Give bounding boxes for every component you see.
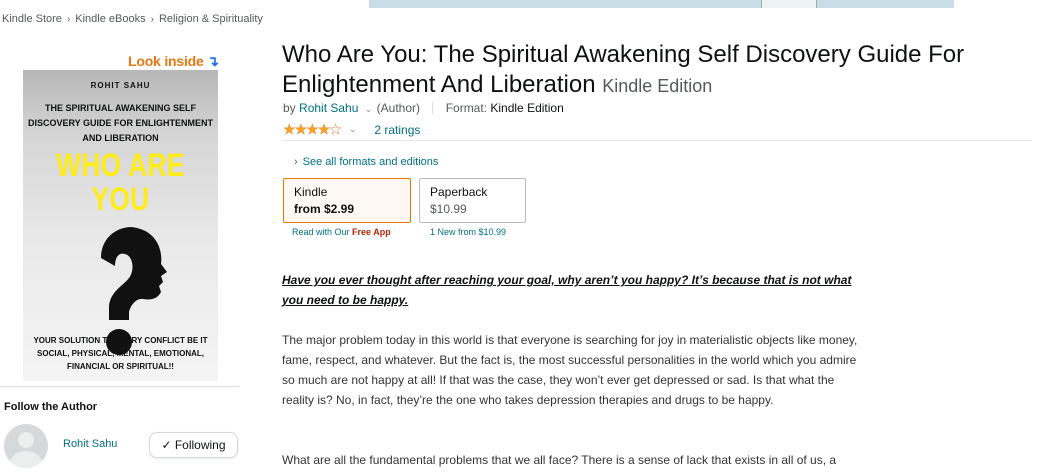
byline-prefix: by bbox=[283, 101, 296, 115]
author-dropdown-chevron-icon[interactable]: ⌄ bbox=[365, 104, 373, 114]
format-option-paperback[interactable]: Paperback $10.99 bbox=[419, 178, 526, 223]
rating-dropdown-chevron-icon[interactable]: ⌄ bbox=[349, 124, 357, 135]
byline-divider bbox=[432, 102, 434, 114]
cover-tagline: YOUR SOLUTION TO EVERY CONFLICT BE IT SO… bbox=[33, 336, 208, 371]
cover-big-title: WHO ARE YOU bbox=[56, 147, 185, 217]
byline-author-role: (Author) bbox=[376, 101, 420, 115]
author-avatar[interactable] bbox=[4, 424, 48, 468]
free-app-prefix: Read with Our bbox=[292, 227, 350, 237]
star-filled-icon: ★ bbox=[294, 121, 307, 137]
description-hook: Have you ever thought after reaching you… bbox=[282, 273, 852, 307]
free-app-link[interactable]: Read with Our Free App bbox=[292, 227, 391, 237]
section-divider bbox=[282, 140, 1032, 141]
chevron-right-icon: › bbox=[294, 156, 298, 168]
follow-author-heading: Follow the Author bbox=[4, 401, 98, 413]
divider bbox=[0, 386, 239, 387]
cover-author: ROHIT SAHU bbox=[90, 81, 151, 90]
look-inside-link[interactable]: Look inside ↴ bbox=[128, 53, 219, 70]
byline-author-link[interactable]: Rohit Sahu bbox=[299, 101, 358, 115]
book-cover-image[interactable]: ROHIT SAHU THE SPIRITUAL AWAKENING SELF … bbox=[23, 70, 218, 381]
see-all-formats-link[interactable]: › See all formats and editions bbox=[294, 156, 438, 168]
format-option-kindle[interactable]: Kindle from $2.99 bbox=[283, 178, 411, 223]
ratings-count-link[interactable]: 2 ratings bbox=[374, 123, 420, 137]
format-kindle-name: Kindle bbox=[294, 185, 328, 199]
look-inside-arrow-icon: ↴ bbox=[207, 53, 219, 69]
see-all-formats-label: See all formats and editions bbox=[302, 156, 439, 168]
breadcrumb-separator-icon: › bbox=[150, 14, 154, 25]
look-inside-label: Look inside bbox=[128, 53, 204, 69]
star-filled-icon: ★ bbox=[306, 121, 319, 137]
breadcrumb-religion-spirituality[interactable]: Religion & Spirituality bbox=[159, 13, 263, 25]
breadcrumb-kindle-store[interactable]: Kindle Store bbox=[2, 13, 62, 25]
format-value: Kindle Edition bbox=[490, 101, 564, 115]
star-empty-icon: ★ bbox=[329, 121, 342, 137]
description-paragraph: What are all the fundamental problems th… bbox=[282, 453, 837, 467]
paperback-offers-link[interactable]: 1 New from $10.99 bbox=[430, 227, 506, 237]
avatar-shoulders-shape bbox=[10, 451, 42, 468]
avatar-head-shape bbox=[18, 432, 34, 448]
format-kindle-price: from $2.99 bbox=[294, 202, 355, 216]
star-rating-icon[interactable]: ★★★★★ bbox=[283, 121, 342, 138]
star-filled-icon: ★ bbox=[317, 121, 330, 137]
breadcrumb-separator-icon: › bbox=[66, 14, 71, 25]
product-title: Who Are You: The Spiritual Awakening Sel… bbox=[282, 40, 1022, 101]
breadcrumb: Kindle Store › Kindle eBooks › Religion & Sp… bbox=[2, 13, 263, 25]
star-filled-icon: ★ bbox=[283, 121, 296, 137]
cover-subtitle: THE SPIRITUAL AWAKENING SELF DISCOVERY G… bbox=[27, 103, 213, 143]
ratings-row: ★★★★★ ⌄ 2 ratings bbox=[283, 121, 421, 138]
byline: by Rohit Sahu ⌄ (Author) Format: Kindle … bbox=[283, 101, 564, 115]
description-paragraph: The major problem today in this world is… bbox=[282, 333, 858, 407]
format-label: Format: bbox=[445, 101, 488, 115]
breadcrumb-kindle-ebooks[interactable]: Kindle eBooks bbox=[75, 13, 145, 25]
product-edition: Kindle Edition bbox=[602, 76, 713, 96]
format-paperback-name: Paperback bbox=[430, 185, 488, 199]
format-paperback-price: $10.99 bbox=[430, 202, 467, 216]
free-app-highlight: Free App bbox=[352, 227, 391, 237]
following-button[interactable]: ✓ Following bbox=[149, 432, 238, 458]
follow-author-name-link[interactable]: Rohit Sahu bbox=[63, 438, 117, 450]
top-banner-ad[interactable] bbox=[369, 0, 954, 8]
banner-image bbox=[761, 0, 817, 8]
